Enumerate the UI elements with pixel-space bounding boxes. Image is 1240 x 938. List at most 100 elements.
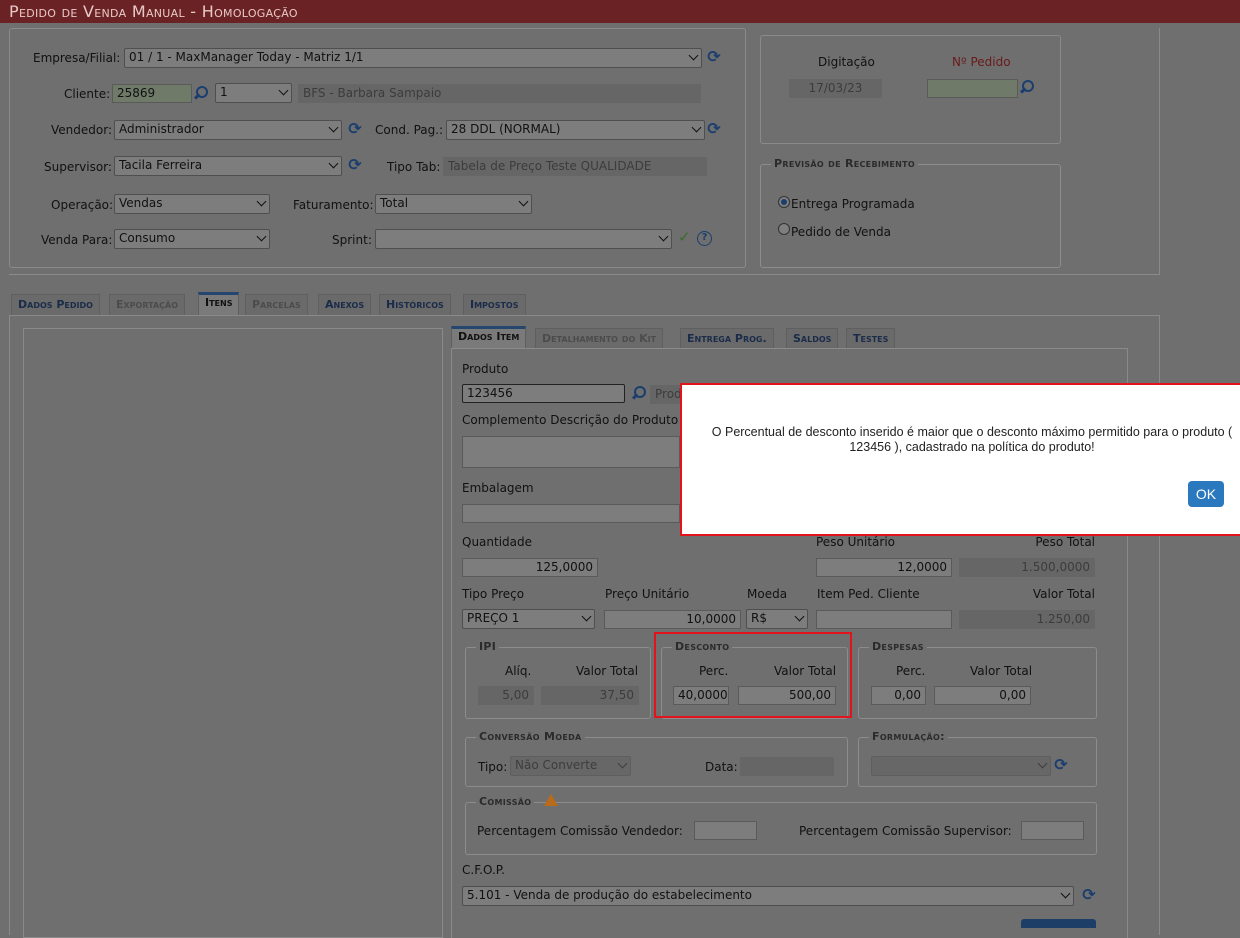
refresh-icon[interactable]: ⟳ [347, 157, 363, 173]
npedido-input[interactable] [927, 79, 1018, 98]
sprint-select[interactable] [375, 229, 672, 249]
tab-dados-item[interactable]: Dados Item [451, 326, 527, 349]
chevron-down-icon [256, 231, 267, 242]
chevron-down-icon [256, 196, 267, 207]
desp-valor-input[interactable]: 0,00 [934, 686, 1031, 705]
com-sup-input[interactable] [1021, 821, 1084, 840]
refresh-icon[interactable]: ⟳ [1053, 757, 1069, 773]
preco-unit-label: Preço Unitário [605, 587, 690, 601]
refresh-icon[interactable]: ⟳ [1081, 887, 1097, 903]
supervisor-select[interactable]: Tacila Ferreira [114, 156, 342, 176]
tipo-select[interactable]: Não Converte [510, 756, 631, 776]
tab-impostos[interactable]: Impostos [463, 294, 526, 315]
quantidade-label: Quantidade [462, 535, 533, 549]
vendapara-label: Venda Para: [41, 233, 113, 247]
tipotab-label: Tipo Tab: [387, 160, 441, 174]
tipo-label: Tipo: [478, 760, 508, 774]
empresa-select[interactable]: 01 / 1 - MaxManager Today - Matriz 1/1 [124, 48, 702, 68]
chevron-down-icon [1060, 888, 1071, 899]
produto-label: Produto [462, 362, 509, 376]
faturamento-label: Faturamento: [293, 198, 374, 212]
chevron-down-icon [518, 196, 529, 207]
alert-message: O Percentual de desconto inserido é maio… [711, 425, 1233, 454]
produto-desc-field: Prod [650, 385, 682, 404]
operacao-select[interactable]: Vendas [114, 194, 270, 214]
previsao-fieldset: Previsão de Recebimento [760, 157, 1061, 268]
faturamento-select[interactable]: Total [375, 194, 532, 214]
tab-detalhamento-kit[interactable]: Detalhamento do Kit [535, 328, 664, 349]
condpag-label: Cond. Pag.: [375, 123, 444, 137]
tipo-preco-select[interactable]: PREÇO 1 [462, 609, 595, 629]
peso-total-label: Peso Total [1035, 535, 1095, 549]
ipi-legend: IPI [476, 640, 500, 653]
check-icon: ✓ [678, 228, 691, 246]
chevron-down-icon [581, 611, 592, 622]
embalagem-label: Embalagem [462, 481, 534, 495]
data-label: Data: [705, 760, 738, 774]
tab-entrega-prog[interactable]: Entrega Prog. [680, 328, 774, 349]
divider [9, 274, 1160, 275]
previsao-legend: Previsão de Recebimento [771, 157, 918, 170]
warning-icon [544, 794, 558, 806]
embalagem-input[interactable] [462, 504, 680, 523]
desp-perc-label: Perc. [896, 664, 926, 678]
cliente-name-field: BFS - Barbara Sampaio [298, 84, 701, 103]
tab-anexos[interactable]: Anexos [318, 294, 372, 315]
divider [1159, 28, 1160, 275]
refresh-icon[interactable]: ⟳ [706, 121, 722, 137]
radio-entrega-programada[interactable] [778, 196, 790, 208]
ok-button[interactable]: OK [1188, 481, 1224, 507]
chevron-down-icon [691, 122, 702, 133]
refresh-icon[interactable]: ⟳ [706, 49, 722, 65]
cfop-select[interactable]: 5.101 - Venda de produção do estabelecim… [462, 886, 1074, 906]
operacao-label: Operação: [51, 198, 114, 212]
desp-perc-input[interactable]: 0,00 [871, 686, 926, 705]
tipo-preco-label: Tipo Preço [462, 587, 525, 601]
search-icon[interactable] [192, 85, 208, 101]
tab-itens[interactable]: Itens [198, 292, 240, 315]
radio-pedido-venda[interactable] [778, 223, 790, 235]
chevron-down-icon [617, 758, 628, 769]
page-title: Pedido de Venda Manual - Homologação [9, 2, 298, 21]
com-vend-input[interactable] [694, 821, 757, 840]
data-field [740, 757, 834, 776]
moeda-select[interactable]: R$ [746, 609, 808, 629]
ipi-valor-label: Valor Total [576, 664, 639, 678]
tab-historicos[interactable]: Históricos [379, 294, 451, 315]
cliente-code-input[interactable]: 25869 [112, 84, 192, 103]
ipi-aliq-field: 5,00 [478, 686, 534, 705]
cliente-label: Cliente: [64, 87, 111, 101]
preco-unit-input[interactable]: 10,0000 [604, 610, 741, 629]
sprint-label: Sprint: [332, 233, 372, 247]
title-bar: Pedido de Venda Manual - Homologação [0, 0, 1240, 23]
ipi-valor-field: 37,50 [541, 686, 639, 705]
peso-unit-input[interactable]: 12,0000 [816, 558, 952, 577]
peso-total-field: 1.500,0000 [959, 558, 1095, 577]
tab-parcelas[interactable]: Parcelas [245, 294, 308, 315]
tab-testes[interactable]: Testes [846, 328, 896, 349]
tab-dados-pedido[interactable]: Dados Pedido [11, 294, 100, 315]
tab-exportacao[interactable]: Exportação [109, 294, 186, 315]
peso-unit-label: Peso Unitário [816, 535, 895, 549]
complemento-textarea[interactable] [462, 436, 680, 468]
tab-saldos[interactable]: Saldos [786, 328, 839, 349]
alert-dialog: O Percentual de desconto inserido é maio… [680, 383, 1240, 536]
despesas-legend: Despesas [869, 640, 927, 653]
empresa-label: Empresa/Filial: [33, 51, 121, 65]
add-item-button[interactable] [1021, 919, 1096, 928]
search-icon[interactable] [1018, 79, 1034, 95]
quantidade-input[interactable]: 125,0000 [462, 558, 598, 577]
item-ped-input[interactable] [816, 610, 952, 629]
search-icon[interactable] [630, 385, 646, 401]
conversao-legend: Conversão Moeda [476, 730, 585, 743]
produto-code-input[interactable]: 123456 [462, 384, 625, 403]
help-icon[interactable]: ? [697, 231, 712, 246]
formulacao-select[interactable] [871, 756, 1051, 776]
vendapara-select[interactable]: Consumo [114, 229, 270, 249]
digitacao-label: Digitação [818, 55, 875, 69]
cliente-seq-select[interactable]: 1 [215, 83, 292, 103]
condpag-select[interactable]: 28 DDL (NORMAL) [446, 120, 705, 140]
vendedor-select[interactable]: Administrador [114, 120, 342, 140]
refresh-icon[interactable]: ⟳ [347, 121, 363, 137]
chevron-down-icon [328, 122, 339, 133]
